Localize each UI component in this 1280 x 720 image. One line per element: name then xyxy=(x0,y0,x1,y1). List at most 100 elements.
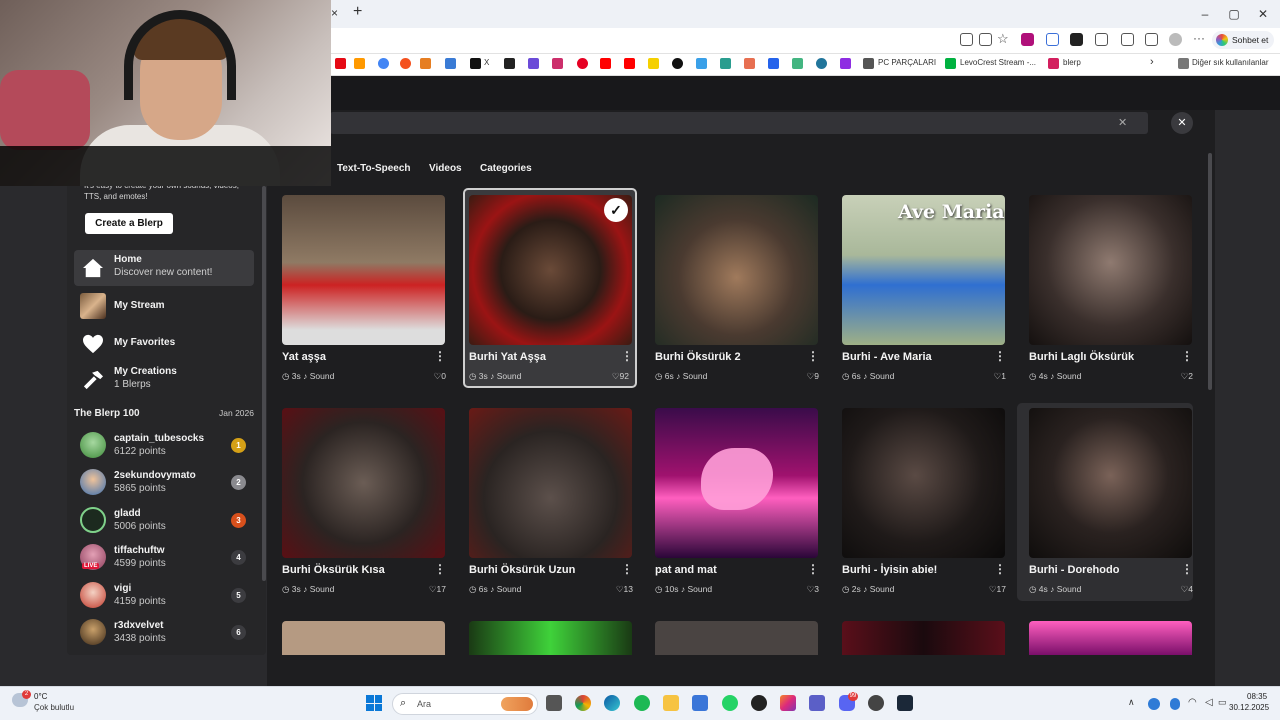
card-thumbnail[interactable] xyxy=(842,408,1005,558)
x-bookmark-label[interactable]: X xyxy=(484,58,489,67)
app-icon[interactable] xyxy=(868,695,884,711)
card-thumbnail[interactable] xyxy=(282,408,445,558)
bookmark-icon[interactable] xyxy=(768,58,779,69)
more-options-icon[interactable]: ⋮ xyxy=(434,562,446,576)
chatgpt-icon[interactable] xyxy=(751,695,767,711)
bookmark-icon[interactable] xyxy=(504,58,515,69)
task-view-icon[interactable] xyxy=(546,695,562,711)
card-likes[interactable]: ♡2 xyxy=(1153,371,1193,382)
folder-icon[interactable] xyxy=(863,58,874,69)
blerp-card-selected[interactable]: ✓ Burhi Yat Aşşa ⋮ ◷ 3s ♪ Sound ♡92 xyxy=(463,188,637,388)
blerp-card[interactable]: Burhi Öksürük Kısa ⋮ ◷ 3s ♪ Sound ♡17 xyxy=(270,403,446,601)
close-tab-button[interactable]: × xyxy=(331,6,338,20)
wordpress-bookmark-icon[interactable] xyxy=(816,58,827,69)
blerp-card[interactable]: Burhi Öksürük Uzun ⋮ ◷ 6s ♪ Sound ♡13 xyxy=(457,403,633,601)
card-likes[interactable]: ♡92 xyxy=(589,371,629,382)
clock-time[interactable]: 08:35 xyxy=(1247,692,1267,701)
card-thumbnail[interactable] xyxy=(469,408,632,558)
leaderboard-row[interactable]: LIVE tiffachuftw 4599 points 4 xyxy=(80,544,250,574)
card-likes[interactable]: ♡3 xyxy=(779,584,819,595)
tray-chevron-icon[interactable]: ∧ xyxy=(1128,697,1135,708)
card-thumbnail[interactable] xyxy=(1029,408,1192,558)
google-bookmark-icon[interactable] xyxy=(378,58,389,69)
card-likes[interactable]: ♡9 xyxy=(779,371,819,382)
youtube-bookmark-icon[interactable] xyxy=(600,58,611,69)
blerp-card[interactable]: Burhi Öksürük 2 ⋮ ◷ 6s ♪ Sound ♡9 xyxy=(643,190,819,388)
more-options-icon[interactable]: ··· xyxy=(1193,31,1205,45)
file-explorer-icon[interactable] xyxy=(663,695,679,711)
leaderboard-row[interactable]: captain_tubesocks 6122 points 1 xyxy=(80,432,250,462)
bookmark-icon[interactable] xyxy=(792,58,803,69)
more-options-icon[interactable]: ⋮ xyxy=(1181,562,1193,576)
bookmark-icon[interactable] xyxy=(445,58,456,69)
edge-icon[interactable] xyxy=(604,695,620,711)
leaderboard-row[interactable]: vigi 4159 points 5 xyxy=(80,582,250,612)
card-thumbnail-partial[interactable] xyxy=(1029,621,1192,655)
search-input[interactable] xyxy=(330,112,1148,134)
card-thumbnail[interactable]: Ave Maria xyxy=(842,195,1005,345)
card-thumbnail-partial[interactable] xyxy=(282,621,445,655)
bookmark-icon[interactable] xyxy=(528,58,539,69)
favorite-star-icon[interactable]: ☆ xyxy=(997,31,1009,47)
youtube-bookmark-icon[interactable] xyxy=(624,58,635,69)
folder-icon[interactable] xyxy=(1178,58,1189,69)
whatsapp-icon[interactable] xyxy=(722,695,738,711)
weather-desc[interactable]: Çok bulutlu xyxy=(34,703,74,712)
sidebar-item-my-stream[interactable]: My Stream xyxy=(74,289,254,325)
tab-categories[interactable]: Categories xyxy=(474,160,538,178)
card-likes[interactable]: ♡13 xyxy=(593,584,633,595)
close-modal-button[interactable]: ✕ xyxy=(1171,112,1193,134)
other-bookmarks[interactable]: Diğer sık kullanılanlar xyxy=(1192,58,1268,67)
tab-text-to-speech[interactable]: Text-To-Speech xyxy=(331,160,417,178)
bookmark-icon[interactable] xyxy=(744,58,755,69)
install-app-icon[interactable] xyxy=(960,33,973,46)
clear-search-button[interactable]: ✕ xyxy=(1118,116,1127,129)
content-scrollbar[interactable] xyxy=(1208,153,1212,390)
blerp-card[interactable]: Ave Maria Burhi - Ave Maria ⋮ ◷ 6s ♪ Sou… xyxy=(830,190,1006,388)
card-likes[interactable]: ♡1 xyxy=(966,371,1006,382)
levocrest-bookmark[interactable]: LevoCrest Stream -... xyxy=(960,58,1036,67)
create-blerp-button[interactable]: Create a Blerp xyxy=(85,213,173,234)
card-thumbnail-partial[interactable] xyxy=(842,621,1005,655)
blerp-card[interactable]: Burhi - Dorehodo ⋮ ◷ 4s ♪ Sound ♡4 xyxy=(1017,403,1193,601)
tab-videos[interactable]: Videos xyxy=(423,160,468,178)
bookmark-icon[interactable] xyxy=(552,58,563,69)
blerp-card[interactable]: Burhi Laglı Öksürük ⋮ ◷ 4s ♪ Sound ♡2 xyxy=(1017,190,1193,388)
card-likes[interactable]: ♡17 xyxy=(406,584,446,595)
levocrest-bookmark-icon[interactable] xyxy=(945,58,956,69)
onedrive-icon[interactable] xyxy=(1148,698,1160,710)
bookmark-icon[interactable] xyxy=(672,58,683,69)
bookmark-icon[interactable] xyxy=(648,58,659,69)
extension-2-icon[interactable] xyxy=(1070,33,1083,46)
sidebar-item-my-creations[interactable]: My Creations 1 Blerps xyxy=(74,362,254,398)
new-tab-button[interactable]: + xyxy=(353,3,362,21)
card-thumbnail[interactable] xyxy=(655,195,818,345)
more-options-icon[interactable]: ⋮ xyxy=(621,562,633,576)
leaderboard-row[interactable]: gladd 5006 points 3 xyxy=(80,507,250,537)
extensions-icon[interactable] xyxy=(1095,33,1108,46)
blerp-card[interactable]: pat and mat ⋮ ◷ 10s ♪ Sound ♡3 xyxy=(643,403,819,601)
netflix-bookmark-icon[interactable] xyxy=(335,58,346,69)
steam-icon[interactable] xyxy=(897,695,913,711)
amazon-bookmark-icon[interactable] xyxy=(354,58,365,69)
card-thumbnail-partial[interactable] xyxy=(655,621,818,655)
start-icon[interactable] xyxy=(366,695,382,711)
instagram-icon[interactable] xyxy=(780,695,796,711)
volume-icon[interactable]: ◁ xyxy=(1205,697,1213,708)
bookmark-icon[interactable] xyxy=(720,58,731,69)
card-likes[interactable]: ♡0 xyxy=(406,371,446,382)
spotify-icon[interactable] xyxy=(634,695,650,711)
read-aloud-icon[interactable] xyxy=(1046,33,1059,46)
sidebar-scrollbar[interactable] xyxy=(262,186,266,581)
blerp-card[interactable]: Burhi - İyisin abie! ⋮ ◷ 2s ♪ Sound ♡17 xyxy=(830,403,1006,601)
leaderboard-row[interactable]: r3dxvelvet 3438 points 6 xyxy=(80,619,250,649)
more-options-icon[interactable]: ⋮ xyxy=(807,562,819,576)
translate-icon[interactable] xyxy=(979,33,992,46)
more-options-icon[interactable]: ⋮ xyxy=(1181,349,1193,363)
bookmarks-more-icon[interactable]: › xyxy=(1150,56,1154,68)
more-options-icon[interactable]: ⋮ xyxy=(807,349,819,363)
chrome-icon[interactable] xyxy=(575,695,591,711)
favorites-icon[interactable] xyxy=(1145,33,1158,46)
bookmark-icon[interactable] xyxy=(400,58,411,69)
more-options-icon[interactable]: ⋮ xyxy=(434,349,446,363)
